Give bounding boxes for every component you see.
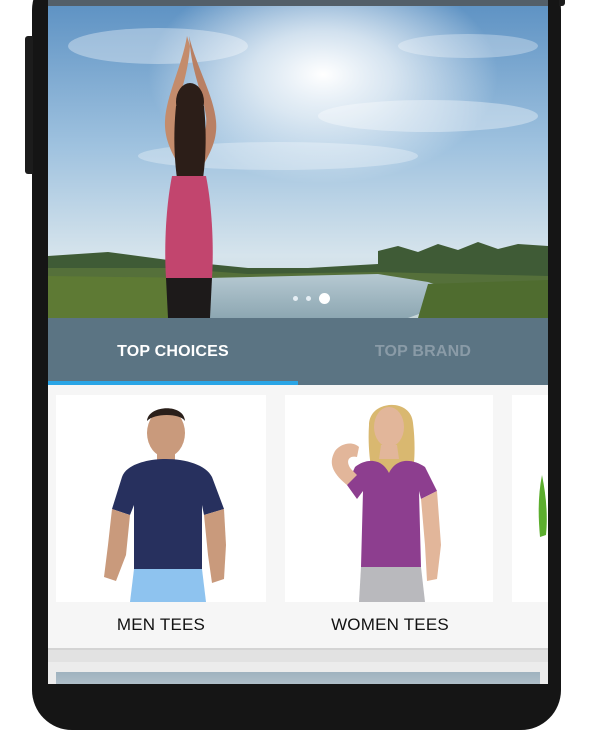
carousel-dot[interactable] [305,295,311,301]
product-card-women-tees[interactable] [285,395,493,602]
tab-top-choices[interactable]: TOP CHOICES [48,318,298,385]
carousel-dot-active[interactable] [318,292,330,304]
carousel-indicator[interactable] [48,292,548,304]
men-tee-image [104,408,226,602]
product-label-women-tees[interactable]: WOMEN TEES [280,615,500,635]
tab-top-brand[interactable]: TOP BRAND [298,318,548,385]
tab-bar: TOP CHOICES TOP BRAND [48,318,548,385]
phone-side-button [25,36,33,174]
banner-image [48,6,548,318]
next-banner-preview[interactable] [56,672,540,684]
product-card-partial[interactable] [512,395,548,602]
product-card-men-tees[interactable] [56,395,266,602]
banner-carousel[interactable] [48,6,548,318]
product-carousel[interactable]: MEN TEES WOMEN TEES [48,385,548,648]
section-divider [48,648,548,662]
app-screen: TOP CHOICES TOP BRAND MEN TEES WOMEN TEE… [48,0,548,684]
phone-corner-button [559,0,565,6]
partial-product-image [538,475,547,537]
carousel-dot[interactable] [292,295,298,301]
product-label-men-tees[interactable]: MEN TEES [51,615,271,635]
women-tee-image [331,404,441,602]
